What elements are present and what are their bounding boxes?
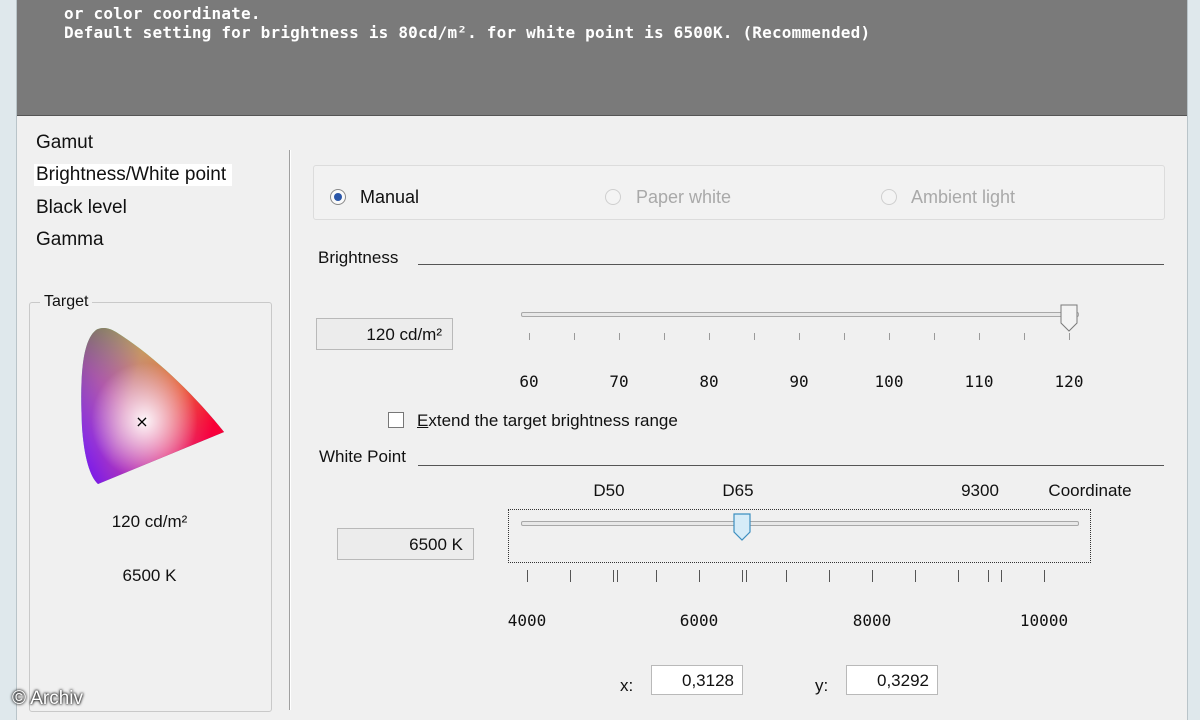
white-point-slider-track[interactable]: [521, 521, 1079, 526]
brightness-tick: [529, 333, 530, 340]
brightness-tick: [664, 333, 665, 340]
extend-range-checkbox[interactable]: [388, 412, 404, 428]
radio-paper-white-label[interactable]: Paper white: [636, 187, 731, 208]
radio-manual[interactable]: [330, 189, 346, 205]
brightness-tick: [574, 333, 575, 340]
radio-ambient-light-label[interactable]: Ambient light: [911, 187, 1015, 208]
brightness-tick: [979, 333, 980, 340]
brightness-section-rule: [418, 264, 1164, 265]
white-point-tick: [872, 570, 873, 582]
white-point-preset-tick: [746, 570, 747, 582]
white-point-slider-focus[interactable]: [508, 509, 1091, 563]
nav-item-gamma[interactable]: Gamma: [36, 229, 104, 251]
white-point-preset-d50: D50: [593, 481, 625, 500]
brightness-scale-label: 90: [789, 372, 809, 391]
panel-separator: [289, 150, 291, 710]
coordinate-x-label: x:: [620, 676, 634, 695]
banner-text-line-2: Default setting for brightness is 80cd/m…: [64, 23, 871, 42]
brightness-scale-label: 70: [609, 372, 629, 391]
brightness-tick: [844, 333, 845, 340]
white-point-tick: [1001, 570, 1002, 582]
brightness-tick: [1069, 333, 1070, 340]
brightness-slider-thumb[interactable]: [1060, 304, 1078, 332]
target-legend: Target: [40, 293, 93, 311]
white-point-tick: [527, 570, 528, 582]
brightness-tick: [799, 333, 800, 340]
nav-item-gamut[interactable]: Gamut: [36, 132, 93, 154]
white-point-preset-tick: [617, 570, 618, 582]
white-point-tick: [1044, 570, 1045, 582]
window-frame-left: [0, 0, 17, 720]
white-point-tick: [742, 570, 743, 582]
white-point-section-label: White Point: [319, 447, 406, 466]
brightness-tick: [1024, 333, 1025, 340]
white-point-slider-thumb[interactable]: [733, 513, 751, 541]
brightness-slider-track[interactable]: [521, 312, 1079, 317]
white-point-scale-label: 4000: [507, 611, 547, 630]
nav-item-brightness-white-point[interactable]: Brightness/White point: [34, 164, 233, 186]
target-white-point-value: 6500 K: [122, 566, 177, 585]
brightness-section-label: Brightness: [318, 248, 399, 267]
white-point-tick: [829, 570, 830, 582]
coordinate-y-field[interactable]: 0,3292: [846, 665, 938, 695]
description-banner: or color coordinate. Default setting for…: [17, 0, 1187, 116]
target-brightness-value: 120 cd/m²: [111, 512, 188, 531]
window-frame-right: [1187, 0, 1200, 720]
white-point-scale-label: 10000: [1019, 611, 1069, 630]
coordinate-x-field[interactable]: 0,3128: [651, 665, 743, 695]
brightness-tick: [619, 333, 620, 340]
white-point-tick: [699, 570, 700, 582]
white-point-preset-coordinate: Coordinate: [1048, 481, 1132, 500]
brightness-scale-label: 120: [1054, 372, 1084, 391]
brightness-tick: [934, 333, 935, 340]
white-point-value-field: 6500 K: [337, 528, 474, 560]
radio-ambient-light[interactable]: [881, 189, 897, 205]
brightness-scale-label: 60: [519, 372, 539, 391]
brightness-scale-label: 110: [964, 372, 994, 391]
brightness-value-field: 120 cd/m²: [316, 318, 453, 350]
radio-manual-label[interactable]: Manual: [360, 187, 419, 208]
radio-paper-white[interactable]: [605, 189, 621, 205]
extend-range-label[interactable]: Extend the target brightness range: [417, 411, 678, 431]
brightness-scale-label: 80: [699, 372, 719, 391]
white-point-section-rule: [418, 465, 1164, 466]
white-point-tick: [656, 570, 657, 582]
coordinate-y-label: y:: [815, 676, 829, 695]
white-point-preset-9300: 9300: [961, 481, 999, 500]
nav-item-black-level[interactable]: Black level: [36, 197, 127, 219]
white-point-scale-label: 6000: [679, 611, 719, 630]
white-point-tick: [786, 570, 787, 582]
white-point-scale-label: 8000: [852, 611, 892, 630]
brightness-tick: [754, 333, 755, 340]
white-point-tick: [958, 570, 959, 582]
brightness-tick: [709, 333, 710, 340]
watermark: © Archiv: [12, 688, 84, 709]
white-point-marker: ×: [135, 412, 148, 431]
banner-text-line-1: or color coordinate.: [64, 4, 261, 23]
white-point-preset-tick: [988, 570, 989, 582]
mode-panel: [313, 165, 1165, 220]
brightness-scale-label: 100: [874, 372, 904, 391]
white-point-tick: [613, 570, 614, 582]
chromaticity-diagram-icon: ×: [81, 327, 225, 485]
white-point-preset-d65: D65: [722, 481, 754, 500]
brightness-tick: [889, 333, 890, 340]
white-point-tick: [915, 570, 916, 582]
white-point-tick: [570, 570, 571, 582]
